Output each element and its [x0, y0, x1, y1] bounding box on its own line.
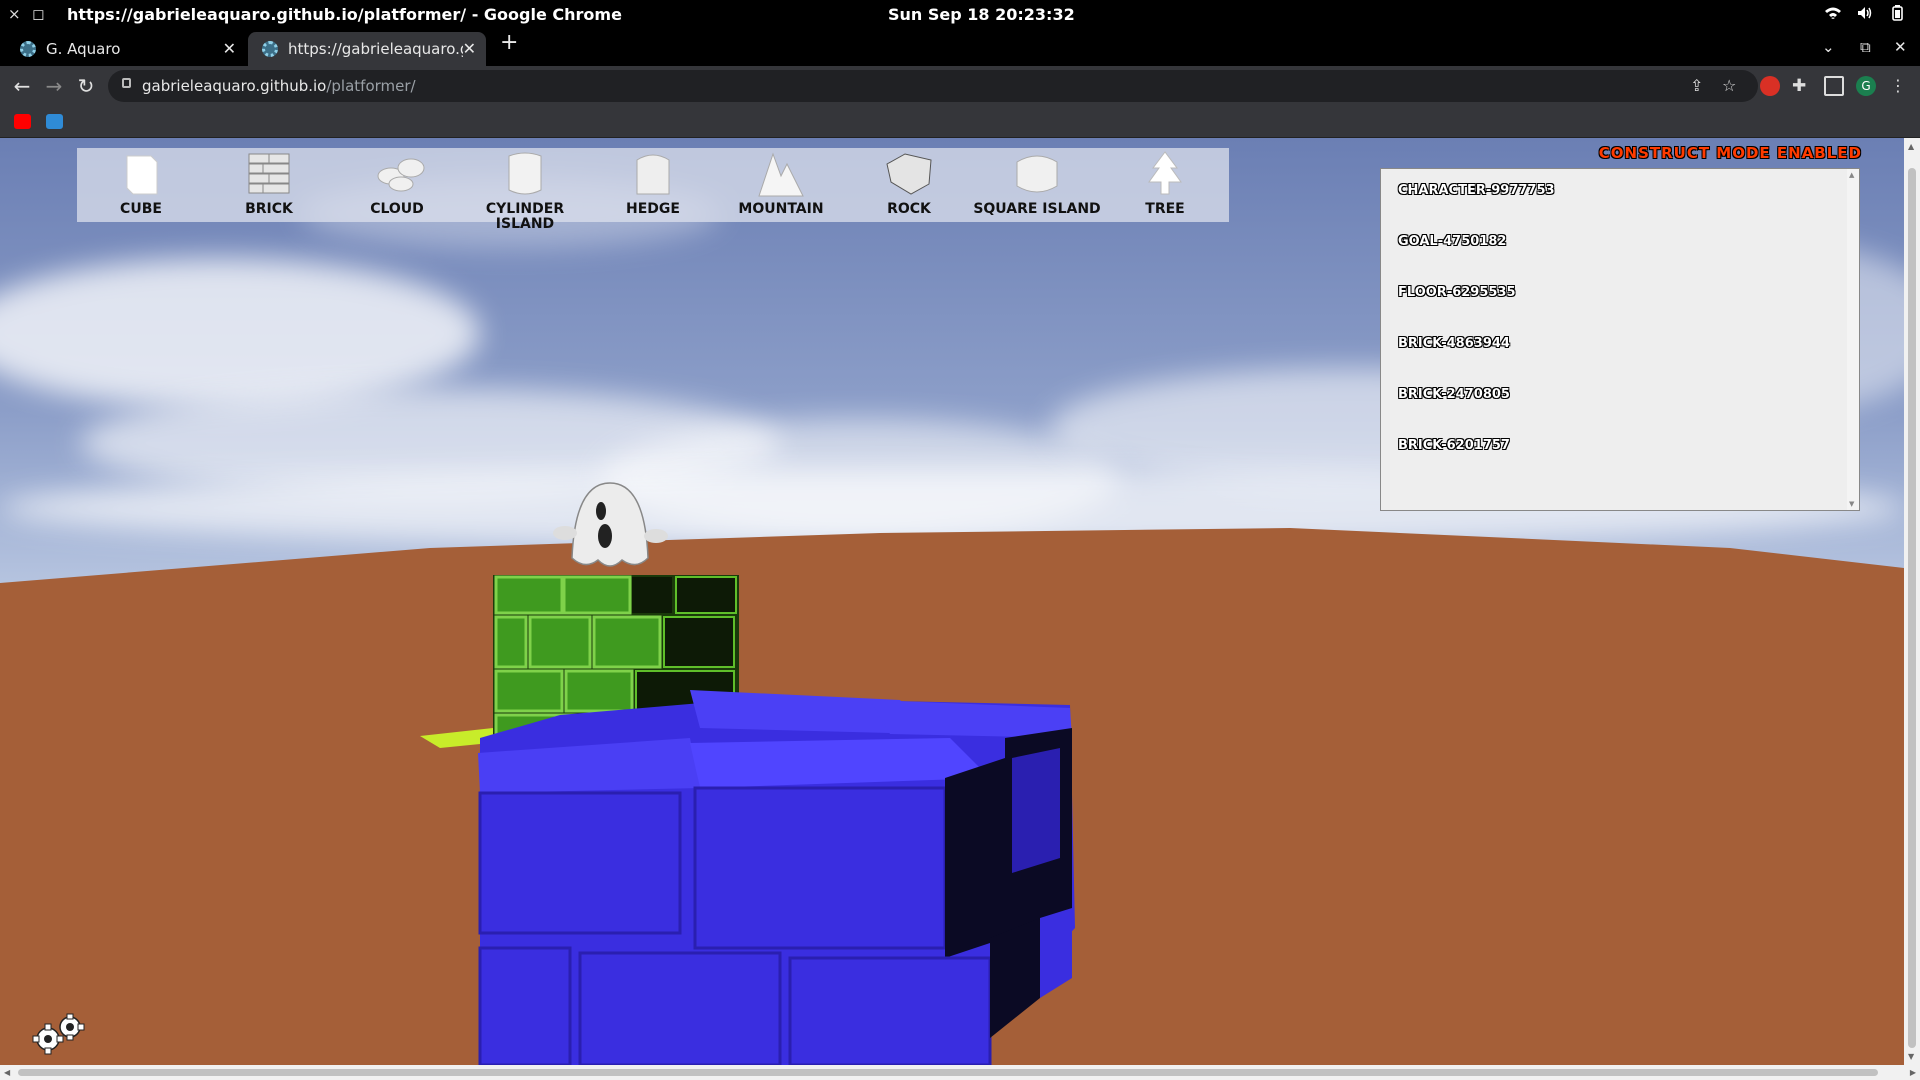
palette-label: Tree [1145, 201, 1185, 217]
cloud-icon [377, 158, 425, 192]
palette-mountain-button[interactable]: Mountain [717, 148, 845, 238]
palette-label: Cloud [370, 201, 424, 217]
address-bar[interactable]: gabrieleaquaro.github.io/platformer/ ⇪ ☆ [108, 70, 1758, 102]
object-palette: Cube Brick Cloud Cylinder Island Hedge M… [77, 148, 1229, 232]
palette-hedge-button[interactable]: Hedge [589, 148, 717, 238]
tab-title: G. Aquaro [46, 40, 121, 58]
game-viewport[interactable]: Cube Brick Cloud Cylinder Island Hedge M… [0, 138, 1904, 1065]
list-item[interactable]: Character-9977753 [1398, 183, 1555, 198]
palette-square-island-button[interactable]: Square Island [973, 148, 1101, 238]
cube-icon [126, 155, 158, 195]
palette-label: Hedge [626, 201, 680, 217]
palette-brick-button[interactable]: Brick [205, 148, 333, 238]
scratch-bookmark-icon[interactable] [46, 114, 63, 129]
forward-icon[interactable]: → [42, 74, 66, 98]
palette-cube-button[interactable]: Cube [77, 148, 205, 238]
side-panel-icon[interactable] [1824, 76, 1844, 96]
palette-label: Mountain [738, 201, 824, 217]
tab-platformer[interactable]: https://gabrieleaquaro.github.io/platfor… [248, 32, 486, 66]
bookmarks-bar [0, 106, 1920, 138]
rock-icon [886, 153, 932, 195]
page-horizontal-scrollbar[interactable]: ◀ ▶ [0, 1065, 1920, 1080]
youtube-bookmark-icon[interactable] [14, 114, 31, 129]
list-item[interactable]: Brick-4863944 [1398, 336, 1510, 351]
tab-search-icon[interactable]: ⌄ [1822, 38, 1835, 56]
close-window-icon[interactable]: ✕ [1894, 38, 1907, 56]
palette-rock-button[interactable]: Rock [845, 148, 973, 238]
browser-toolbar: ← → ↻ gabrieleaquaro.github.io/platforme… [0, 66, 1920, 106]
clock[interactable]: Sun Sep 18 20:23:32 [888, 5, 1075, 24]
page-vertical-scrollbar[interactable]: ▲ ▼ [1904, 138, 1920, 1065]
palette-label: Rock [887, 201, 931, 217]
volume-icon[interactable] [1856, 4, 1874, 22]
site-favicon-icon [20, 41, 36, 57]
system-tray[interactable] [1824, 4, 1906, 22]
blue-brick-block [478, 690, 1075, 1065]
window-title: https://gabrieleaquaro.github.io/platfor… [67, 5, 622, 24]
list-item[interactable]: Brick-6201757 [1398, 438, 1510, 453]
construct-mode-label: Construct mode enabled [1598, 144, 1862, 162]
os-top-bar: × ◻ https://gabrieleaquaro.github.io/pla… [0, 0, 1920, 30]
lock-icon[interactable] [122, 78, 131, 88]
palette-label: Square Island [973, 201, 1101, 217]
tab-g-aquaro[interactable]: G. Aquaro ✕ [6, 32, 246, 66]
battery-icon[interactable] [1888, 4, 1906, 22]
hedge-icon [636, 154, 670, 195]
palette-label: Cube [120, 201, 162, 217]
url-path: /platformer/ [326, 77, 416, 95]
site-favicon-icon [262, 41, 278, 57]
tab-strip: G. Aquaro ✕ https://gabrieleaquaro.githu… [0, 30, 1920, 66]
palette-tree-button[interactable]: Tree [1101, 148, 1229, 238]
extensions-puzzle-icon[interactable]: ✚ [1792, 76, 1812, 96]
tab-title: https://gabrieleaquaro.github.io/platfor… [288, 40, 463, 58]
list-item[interactable]: Goal-4750182 [1398, 234, 1506, 249]
url-host: gabrieleaquaro.github.io [142, 77, 327, 95]
back-icon[interactable]: ← [10, 74, 34, 98]
url-text[interactable]: gabrieleaquaro.github.io/platformer/ [142, 77, 416, 95]
tab-close-icon[interactable]: ✕ [223, 39, 236, 58]
share-icon[interactable]: ⇪ [1690, 76, 1703, 95]
tree-icon [1148, 151, 1182, 195]
palette-cloud-button[interactable]: Cloud [333, 148, 461, 238]
bookmark-star-icon[interactable]: ☆ [1722, 76, 1736, 95]
list-item[interactable]: Floor-6295535 [1398, 285, 1516, 300]
palette-cylinder-island-button[interactable]: Cylinder Island [461, 148, 589, 238]
profile-avatar[interactable]: G [1856, 76, 1876, 96]
reload-icon[interactable]: ↻ [74, 74, 98, 98]
list-scrollbar[interactable] [1847, 169, 1859, 510]
square-island-icon [1016, 155, 1058, 193]
cylinder-island-icon [508, 152, 542, 195]
window-restore-icon[interactable]: ◻ [32, 5, 44, 23]
settings-gear-icon[interactable] [30, 1013, 86, 1057]
scene-object-list[interactable]: Character-9977753 Goal-4750182 Floor-629… [1380, 168, 1860, 511]
window-close-icon[interactable]: × [8, 5, 21, 23]
list-item[interactable]: Brick-2470805 [1398, 387, 1510, 402]
tab-close-icon[interactable]: ✕ [463, 39, 476, 58]
menu-kebab-icon[interactable]: ⋮ [1890, 76, 1910, 96]
palette-label: Cylinder Island [485, 201, 565, 232]
brick-icon [248, 153, 290, 194]
new-tab-button[interactable]: + [500, 30, 518, 55]
mountain-icon [758, 152, 804, 197]
palette-label: Brick [245, 201, 293, 217]
wifi-icon[interactable] [1824, 4, 1842, 22]
restore-window-icon[interactable]: ⧉ [1860, 38, 1871, 56]
extension-red-icon[interactable] [1760, 76, 1780, 96]
